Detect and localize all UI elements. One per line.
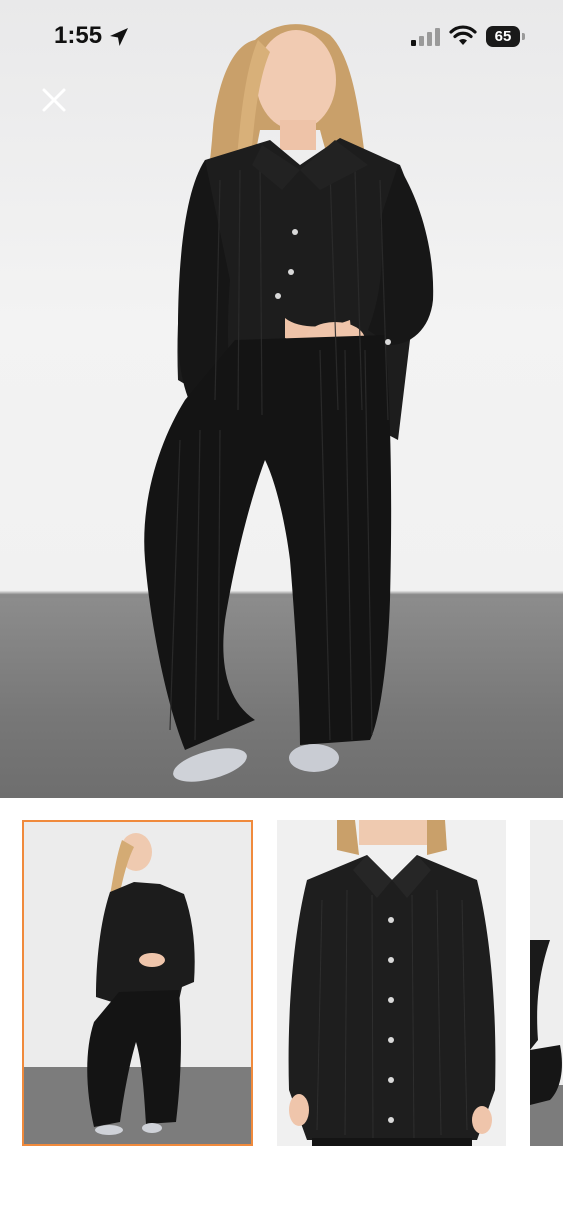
close-icon xyxy=(42,88,66,112)
battery-icon: 65 xyxy=(486,26,520,47)
thumbnail-image-full-body xyxy=(24,822,251,1144)
thumbnail-image-partial xyxy=(530,820,563,1146)
thumbnail-strip[interactable] xyxy=(0,800,563,1160)
thumbnail-image-shirt-closeup xyxy=(277,820,506,1146)
close-button[interactable] xyxy=(38,84,70,116)
wifi-icon xyxy=(449,25,477,45)
model-figure xyxy=(144,24,434,782)
status-time: 1:55 xyxy=(54,22,103,49)
signal-icon xyxy=(411,28,440,46)
hero-product-image[interactable]: 1:55 65 xyxy=(0,0,563,798)
status-bar: 1:55 65 xyxy=(0,0,563,76)
thumbnail-partial[interactable] xyxy=(530,820,563,1146)
battery-nub xyxy=(522,33,525,40)
thumbnail-full-body[interactable] xyxy=(22,820,253,1146)
location-arrow-icon xyxy=(110,28,128,46)
thumbnail-shirt-closeup[interactable] xyxy=(277,820,506,1146)
